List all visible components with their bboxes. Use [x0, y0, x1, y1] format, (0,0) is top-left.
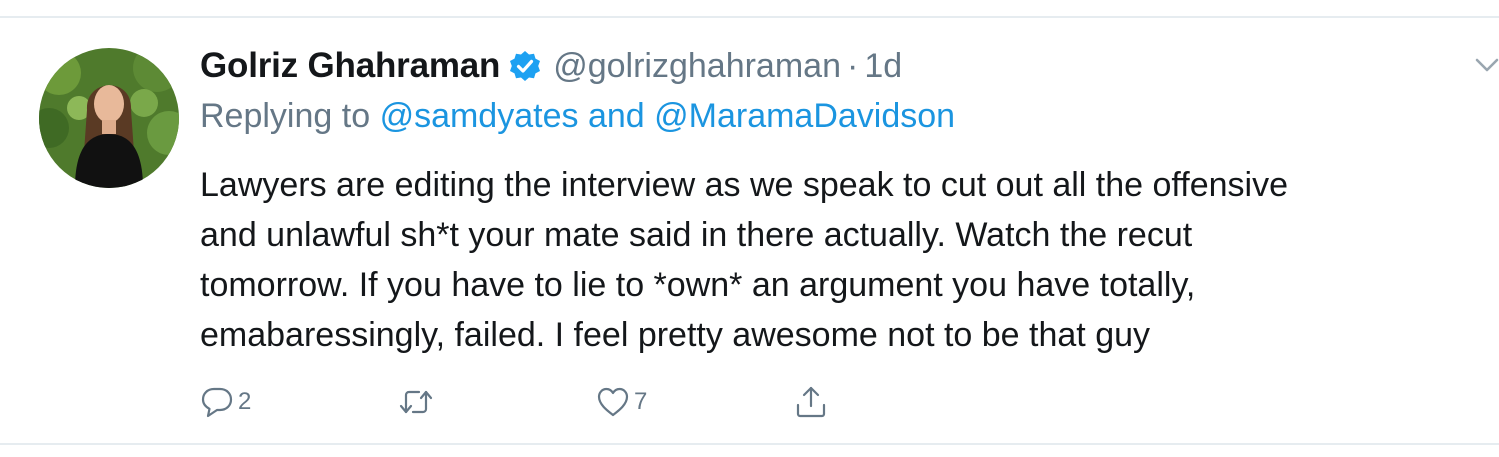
tweet-text-line: Lawyers are editing the interview as we … — [200, 166, 1288, 204]
reply-button[interactable]: 2 — [200, 384, 251, 420]
retweet-button[interactable] — [398, 384, 438, 420]
share-upload-icon — [796, 386, 826, 418]
tweet-text-line: tomorrow. If you have to lie to *own* an… — [200, 266, 1196, 304]
comment-bubble-icon — [201, 387, 233, 418]
separator-dot: · — [846, 46, 859, 85]
display-name[interactable]: Golriz Ghahraman — [200, 46, 500, 86]
avatar-image — [39, 48, 179, 188]
tweet-header: Golriz Ghahraman @golrizghahraman · 1d — [200, 44, 902, 88]
share-button[interactable] — [794, 384, 828, 420]
reply-count: 2 — [238, 388, 252, 415]
timestamp[interactable]: 1d — [864, 47, 902, 86]
tweet-text-line: emabaressingly, failed. I feel pretty aw… — [200, 316, 1151, 354]
replying-to: Replying to @samdyates and @MaramaDavids… — [200, 97, 955, 136]
reply-conjunction: and — [587, 97, 645, 135]
retweet-arrows-icon — [399, 390, 433, 414]
top-divider — [0, 16, 1499, 18]
reply-prefix: Replying to — [200, 97, 371, 135]
like-count: 7 — [634, 388, 648, 415]
avatar[interactable] — [39, 48, 179, 188]
bottom-divider — [0, 443, 1499, 445]
verified-badge-icon — [509, 50, 541, 82]
like-button[interactable]: 7 — [596, 384, 647, 420]
mention-link-2[interactable]: @MaramaDavidson — [654, 97, 955, 135]
heart-icon — [597, 387, 629, 417]
chevron-down-icon[interactable] — [1474, 56, 1499, 74]
handle[interactable]: @golrizghahraman — [553, 47, 841, 86]
tweet-text: Lawyers are editing the interview as we … — [200, 160, 1460, 360]
tweet-text-line: and unlawful sh*t your mate said in ther… — [200, 216, 1193, 254]
mention-link-1[interactable]: @samdyates — [380, 97, 579, 135]
